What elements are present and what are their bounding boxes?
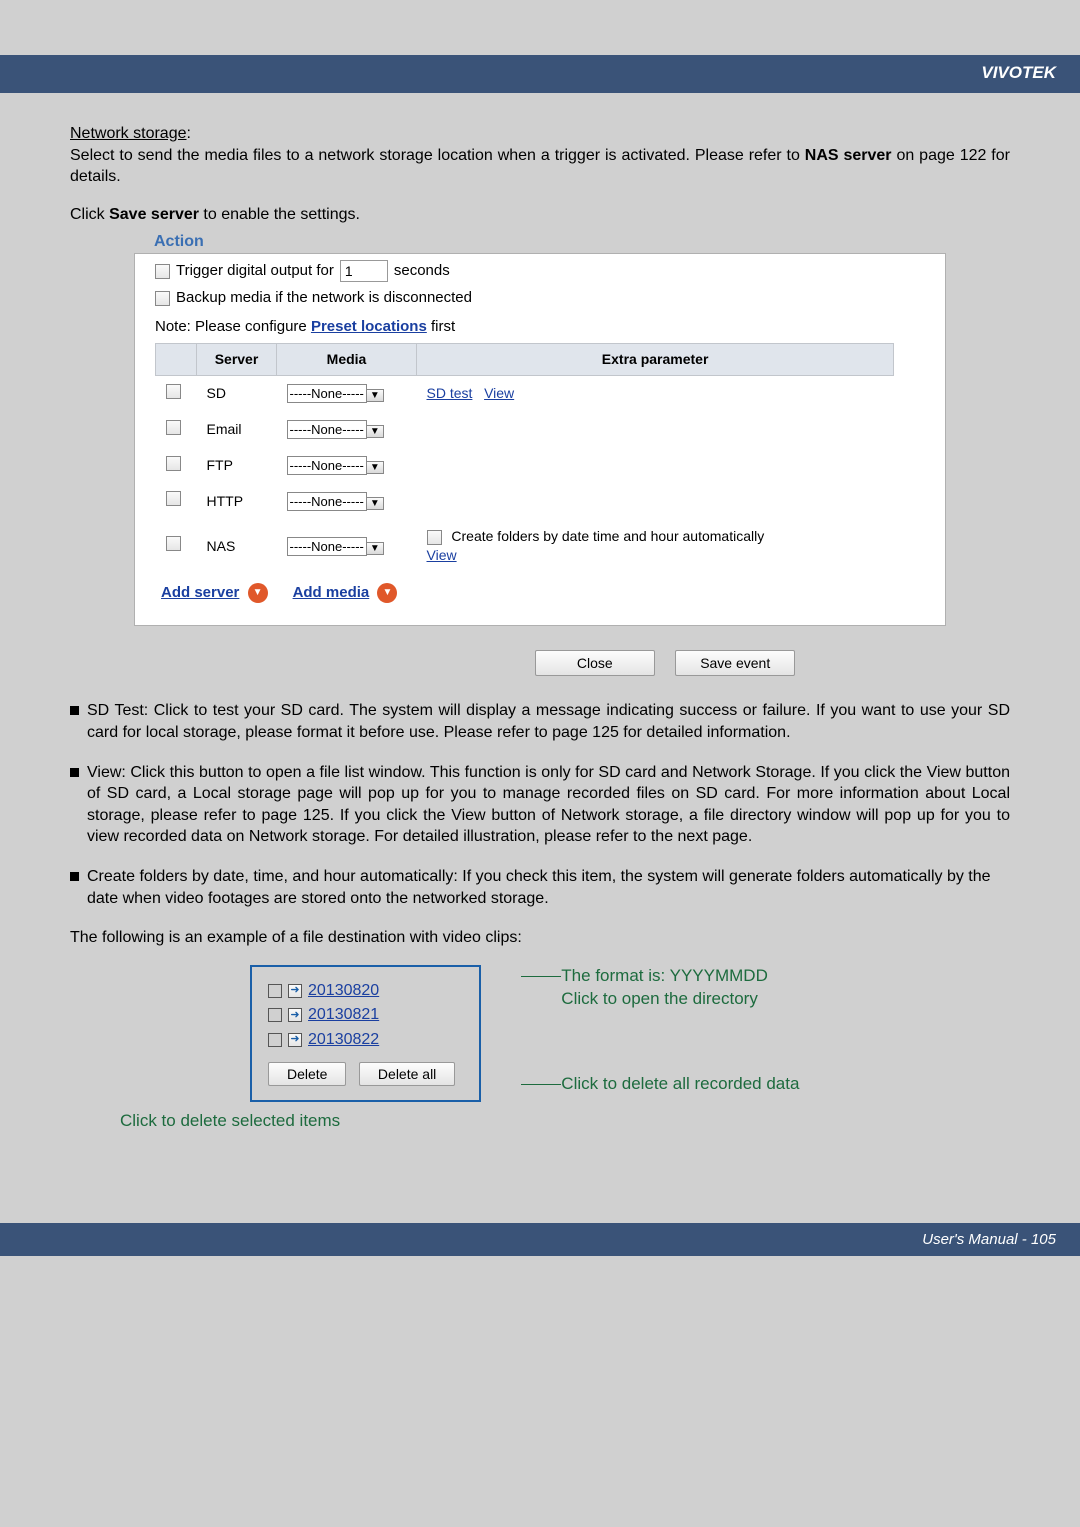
annotation-delete-selected: Click to delete selected items [120, 1110, 1010, 1133]
table-row: FTP -----None-----▼ [156, 448, 894, 484]
bullet-create-folders: Create folders by date, time, and hour a… [87, 866, 1010, 909]
email-media-select[interactable]: -----None----- [287, 420, 367, 439]
folder-checkbox[interactable] [268, 1008, 282, 1022]
add-server-link[interactable]: Add server [161, 584, 239, 601]
save-event-button[interactable]: Save event [675, 650, 795, 676]
folder-date-link[interactable]: 20130820 [308, 980, 379, 1002]
action-legend: Action [150, 231, 208, 253]
action-panel: Trigger digital output for seconds Backu… [134, 253, 946, 626]
intro-save-server: Save server [109, 206, 199, 223]
intro-nas-server: NAS server [805, 147, 892, 164]
preset-locations-link[interactable]: Preset locations [311, 318, 427, 335]
folder-date-link[interactable]: 20130821 [308, 1004, 379, 1026]
http-checkbox[interactable] [166, 491, 181, 506]
col-extra: Extra parameter [417, 343, 894, 375]
trigger-digital-checkbox[interactable] [155, 264, 170, 279]
nas-create-label: Create folders by date time and hour aut… [451, 528, 764, 544]
email-checkbox[interactable] [166, 420, 181, 435]
table-row: SD -----None-----▼ SD test View [156, 375, 894, 411]
note-text-a: Note: Please configure [155, 318, 311, 335]
trigger-seconds-input[interactable] [340, 260, 388, 282]
close-button[interactable]: Close [535, 650, 655, 676]
email-label: Email [197, 412, 277, 448]
intro-text-1a: Select to send the media files to a netw… [70, 147, 805, 164]
sd-label: SD [197, 375, 277, 411]
expand-icon[interactable]: ➜ [288, 984, 302, 998]
nas-media-select[interactable]: -----None----- [287, 537, 367, 556]
backup-media-label: Backup media if the network is disconnec… [176, 288, 472, 308]
file-destination-box: ➜ 20130820 ➜ 20130821 ➜ 20130822 Delete … [250, 965, 481, 1103]
chevron-down-icon[interactable]: ▼ [366, 542, 384, 555]
backup-media-checkbox[interactable] [155, 291, 170, 306]
ftp-label: FTP [197, 448, 277, 484]
col-server: Server [197, 343, 277, 375]
nas-label: NAS [197, 519, 277, 573]
folder-checkbox[interactable] [268, 1033, 282, 1047]
sd-view-link[interactable]: View [484, 385, 514, 401]
chevron-down-icon[interactable]: ▼ [366, 461, 384, 474]
annotation-format: The format is: YYYYMMDD [561, 965, 768, 988]
delete-button[interactable]: Delete [268, 1062, 346, 1086]
nas-checkbox[interactable] [166, 536, 181, 551]
trigger-label-b: seconds [394, 261, 450, 281]
table-row: NAS -----None-----▼ Create folders by da… [156, 519, 894, 573]
annotation-delete-all: Click to delete all recorded data [561, 1073, 799, 1096]
folder-checkbox[interactable] [268, 984, 282, 998]
folder-date-link[interactable]: 20130822 [308, 1029, 379, 1051]
brand-header: VIVOTEK [0, 55, 1080, 93]
trigger-label-a: Trigger digital output for [176, 261, 334, 281]
server-media-table: Server Media Extra parameter SD -----Non… [155, 343, 894, 573]
sd-test-link[interactable]: SD test [427, 385, 473, 401]
list-item: ➜ 20130820 [268, 980, 463, 1002]
expand-icon[interactable]: ➜ [288, 1033, 302, 1047]
list-item: ➜ 20130821 [268, 1004, 463, 1026]
ftp-media-select[interactable]: -----None----- [287, 456, 367, 475]
col-media: Media [277, 343, 417, 375]
sd-checkbox[interactable] [166, 384, 181, 399]
bullet-icon [70, 872, 79, 881]
add-media-arrow-icon[interactable] [377, 583, 397, 603]
chevron-down-icon[interactable]: ▼ [366, 425, 384, 438]
http-label: HTTP [197, 483, 277, 519]
nas-create-folders-checkbox[interactable] [427, 530, 442, 545]
sd-media-select[interactable]: -----None----- [287, 384, 367, 403]
table-row: HTTP -----None-----▼ [156, 483, 894, 519]
nas-view-link[interactable]: View [427, 547, 457, 563]
bullet-sd-test: SD Test: Click to test your SD card. The… [87, 700, 1010, 743]
note-text-b: first [427, 318, 455, 335]
list-item: ➜ 20130822 [268, 1029, 463, 1051]
annotation-open-dir: Click to open the directory [521, 988, 799, 1011]
footer-page-number: User's Manual - 105 [0, 1223, 1080, 1256]
add-media-link[interactable]: Add media [293, 584, 370, 601]
http-media-select[interactable]: -----None----- [287, 492, 367, 511]
table-row: Email -----None-----▼ [156, 412, 894, 448]
ftp-checkbox[interactable] [166, 456, 181, 471]
expand-icon[interactable]: ➜ [288, 1008, 302, 1022]
bullet-icon [70, 706, 79, 715]
bullet-icon [70, 768, 79, 777]
add-server-arrow-icon[interactable] [248, 583, 268, 603]
intro-text-2c: to enable the settings. [199, 206, 360, 223]
intro-text-2a: Click [70, 206, 109, 223]
delete-all-button[interactable]: Delete all [359, 1062, 455, 1086]
bullet-view: View: Click this button to open a file l… [87, 762, 1010, 848]
chevron-down-icon[interactable]: ▼ [366, 389, 384, 402]
chevron-down-icon[interactable]: ▼ [366, 497, 384, 510]
network-storage-heading: Network storage [70, 125, 187, 142]
example-intro: The following is an example of a file de… [70, 927, 1010, 949]
